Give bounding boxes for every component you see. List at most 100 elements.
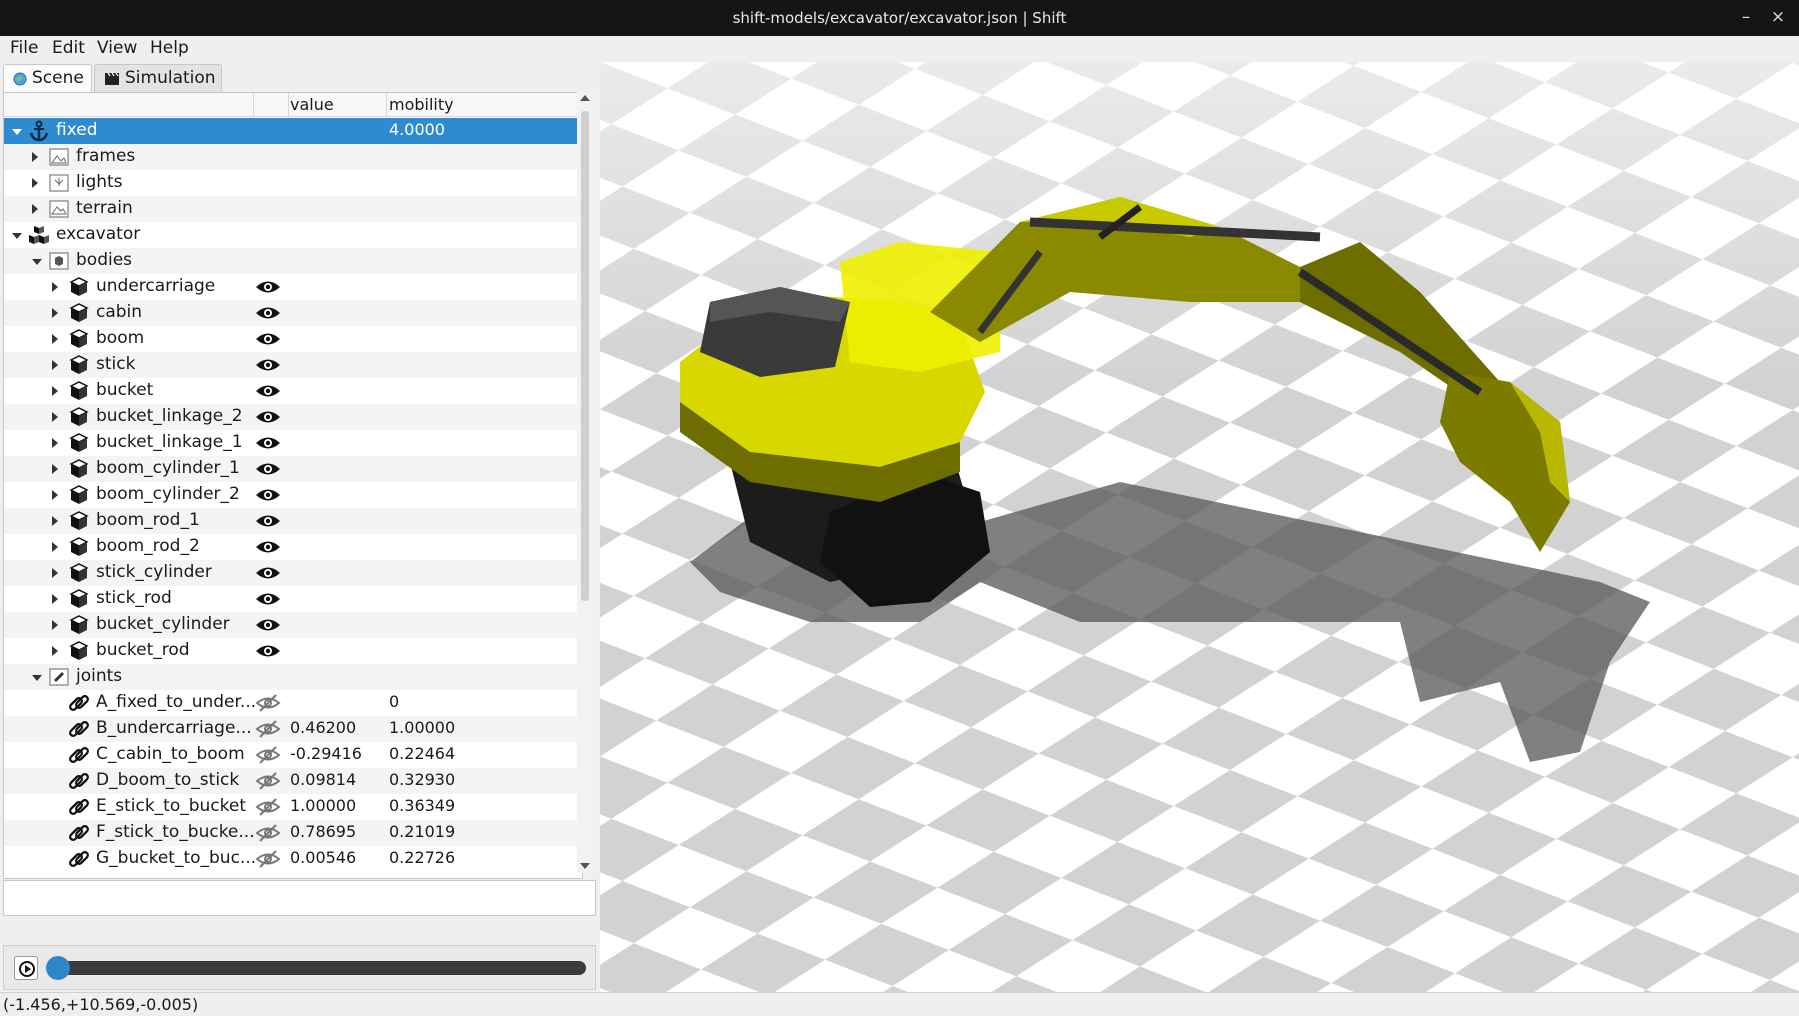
expand-arrow-icon[interactable] bbox=[52, 490, 58, 500]
tree-row[interactable]: boom bbox=[4, 326, 582, 352]
tree-row-label: stick bbox=[96, 354, 136, 374]
visibility-hidden-icon[interactable] bbox=[255, 694, 281, 712]
minimize-button[interactable]: – bbox=[1733, 4, 1759, 30]
visibility-eye-icon[interactable] bbox=[255, 304, 281, 322]
tree-row[interactable]: terrain bbox=[4, 196, 582, 222]
tree-row[interactable]: lights bbox=[4, 170, 582, 196]
tree-row[interactable]: E_stick_to_bucket 1.00000 0.36349 bbox=[4, 794, 582, 820]
menu-view[interactable]: View bbox=[97, 38, 137, 58]
tree-row[interactable]: B_undercarriage... 0.46200 1.00000 bbox=[4, 716, 582, 742]
visibility-hidden-icon[interactable] bbox=[255, 798, 281, 816]
visibility-eye-icon[interactable] bbox=[255, 356, 281, 374]
timeline-slider-handle[interactable] bbox=[46, 956, 70, 980]
visibility-eye-icon[interactable] bbox=[255, 538, 281, 556]
scroll-down-arrow[interactable] bbox=[580, 863, 590, 869]
expand-arrow-icon[interactable] bbox=[52, 620, 58, 630]
3d-viewport[interactable] bbox=[600, 62, 1799, 992]
tree-row[interactable]: D_boom_to_stick 0.09814 0.32930 bbox=[4, 768, 582, 794]
tree-row[interactable]: bucket_rod bbox=[4, 638, 582, 664]
visibility-eye-icon[interactable] bbox=[255, 434, 281, 452]
tree-row[interactable]: bucket bbox=[4, 378, 582, 404]
expand-arrow-icon[interactable] bbox=[52, 334, 58, 344]
visibility-eye-icon[interactable] bbox=[255, 486, 281, 504]
tree-row[interactable]: cabin bbox=[4, 300, 582, 326]
tree-row[interactable]: boom_rod_2 bbox=[4, 534, 582, 560]
scroll-thumb[interactable] bbox=[581, 111, 589, 601]
body-cube-icon bbox=[68, 458, 90, 480]
column-value[interactable]: value bbox=[290, 95, 334, 114]
expand-arrow-icon[interactable] bbox=[52, 360, 58, 370]
visibility-eye-icon[interactable] bbox=[255, 330, 281, 348]
collapse-arrow-icon[interactable] bbox=[32, 675, 42, 681]
tree-row[interactable]: bucket_cylinder bbox=[4, 612, 582, 638]
tree-row[interactable]: G_bucket_to_buc... 0.00546 0.22726 bbox=[4, 846, 582, 872]
properties-panel bbox=[3, 880, 596, 916]
scene-tree[interactable]: value mobility fixed 4.0000 frames lights te… bbox=[3, 92, 583, 879]
tree-row[interactable]: bodies bbox=[4, 248, 582, 274]
expand-arrow-icon[interactable] bbox=[52, 594, 58, 604]
expand-arrow-icon[interactable] bbox=[32, 178, 38, 188]
tree-row[interactable]: boom_rod_1 bbox=[4, 508, 582, 534]
tree-row[interactable]: bucket_linkage_1 bbox=[4, 430, 582, 456]
visibility-eye-icon[interactable] bbox=[255, 408, 281, 426]
column-mobility[interactable]: mobility bbox=[389, 95, 454, 114]
tree-row[interactable]: boom_cylinder_2 bbox=[4, 482, 582, 508]
play-button[interactable] bbox=[14, 956, 38, 980]
visibility-hidden-icon[interactable] bbox=[255, 850, 281, 868]
visibility-hidden-icon[interactable] bbox=[255, 824, 281, 842]
expand-arrow-icon[interactable] bbox=[52, 516, 58, 526]
collapse-arrow-icon[interactable] bbox=[12, 233, 22, 239]
visibility-eye-icon[interactable] bbox=[255, 642, 281, 660]
tree-row[interactable]: frames bbox=[4, 144, 582, 170]
menu-file[interactable]: File bbox=[10, 38, 38, 58]
expand-arrow-icon[interactable] bbox=[32, 152, 38, 162]
expand-arrow-icon[interactable] bbox=[52, 568, 58, 578]
visibility-eye-icon[interactable] bbox=[255, 564, 281, 582]
menu-edit[interactable]: Edit bbox=[52, 38, 85, 58]
expand-arrow-icon[interactable] bbox=[52, 438, 58, 448]
expand-arrow-icon[interactable] bbox=[52, 308, 58, 318]
scroll-up-arrow[interactable] bbox=[580, 95, 590, 101]
body-cube-icon bbox=[68, 380, 90, 402]
visibility-eye-icon[interactable] bbox=[255, 512, 281, 530]
tree-row[interactable]: stick_rod bbox=[4, 586, 582, 612]
tab-simulation[interactable]: Simulation bbox=[94, 64, 222, 92]
expand-arrow-icon[interactable] bbox=[52, 464, 58, 474]
tree-row[interactable]: excavator bbox=[4, 222, 582, 248]
visibility-hidden-icon[interactable] bbox=[255, 720, 281, 738]
menu-help[interactable]: Help bbox=[150, 38, 189, 58]
visibility-eye-icon[interactable] bbox=[255, 590, 281, 608]
visibility-eye-icon[interactable] bbox=[255, 382, 281, 400]
visibility-hidden-icon[interactable] bbox=[255, 746, 281, 764]
timeline-slider[interactable] bbox=[52, 961, 586, 975]
collapse-arrow-icon[interactable] bbox=[12, 129, 22, 135]
tree-row[interactable]: boom_cylinder_1 bbox=[4, 456, 582, 482]
visibility-eye-icon[interactable] bbox=[255, 616, 281, 634]
tree-row-label: A_fixed_to_under... bbox=[96, 692, 257, 712]
expand-arrow-icon[interactable] bbox=[52, 412, 58, 422]
tree-row[interactable]: stick bbox=[4, 352, 582, 378]
joint-link-icon bbox=[68, 744, 90, 766]
expand-arrow-icon[interactable] bbox=[52, 542, 58, 552]
expand-arrow-icon[interactable] bbox=[52, 386, 58, 396]
tree-row[interactable]: F_stick_to_bucke... 0.78695 0.21019 bbox=[4, 820, 582, 846]
tree-row[interactable]: C_cabin_to_boom -0.29416 0.22464 bbox=[4, 742, 582, 768]
visibility-eye-icon[interactable] bbox=[255, 460, 281, 478]
expand-arrow-icon[interactable] bbox=[52, 282, 58, 292]
tab-scene[interactable]: Scene bbox=[3, 64, 92, 92]
close-button[interactable]: × bbox=[1765, 4, 1791, 30]
tree-row-label: boom_cylinder_1 bbox=[96, 458, 240, 478]
tree-row[interactable]: A_fixed_to_under... 0 bbox=[4, 690, 582, 716]
collapse-arrow-icon[interactable] bbox=[32, 259, 42, 265]
visibility-hidden-icon[interactable] bbox=[255, 772, 281, 790]
scene-render[interactable] bbox=[600, 62, 1799, 992]
visibility-eye-icon[interactable] bbox=[255, 278, 281, 296]
tree-row[interactable]: joints bbox=[4, 664, 582, 690]
tree-row[interactable]: undercarriage bbox=[4, 274, 582, 300]
tree-scrollbar[interactable] bbox=[577, 91, 593, 873]
tree-row[interactable]: bucket_linkage_2 bbox=[4, 404, 582, 430]
tree-row[interactable]: stick_cylinder bbox=[4, 560, 582, 586]
expand-arrow-icon[interactable] bbox=[32, 204, 38, 214]
tree-row[interactable]: fixed 4.0000 bbox=[4, 118, 582, 144]
expand-arrow-icon[interactable] bbox=[52, 646, 58, 656]
